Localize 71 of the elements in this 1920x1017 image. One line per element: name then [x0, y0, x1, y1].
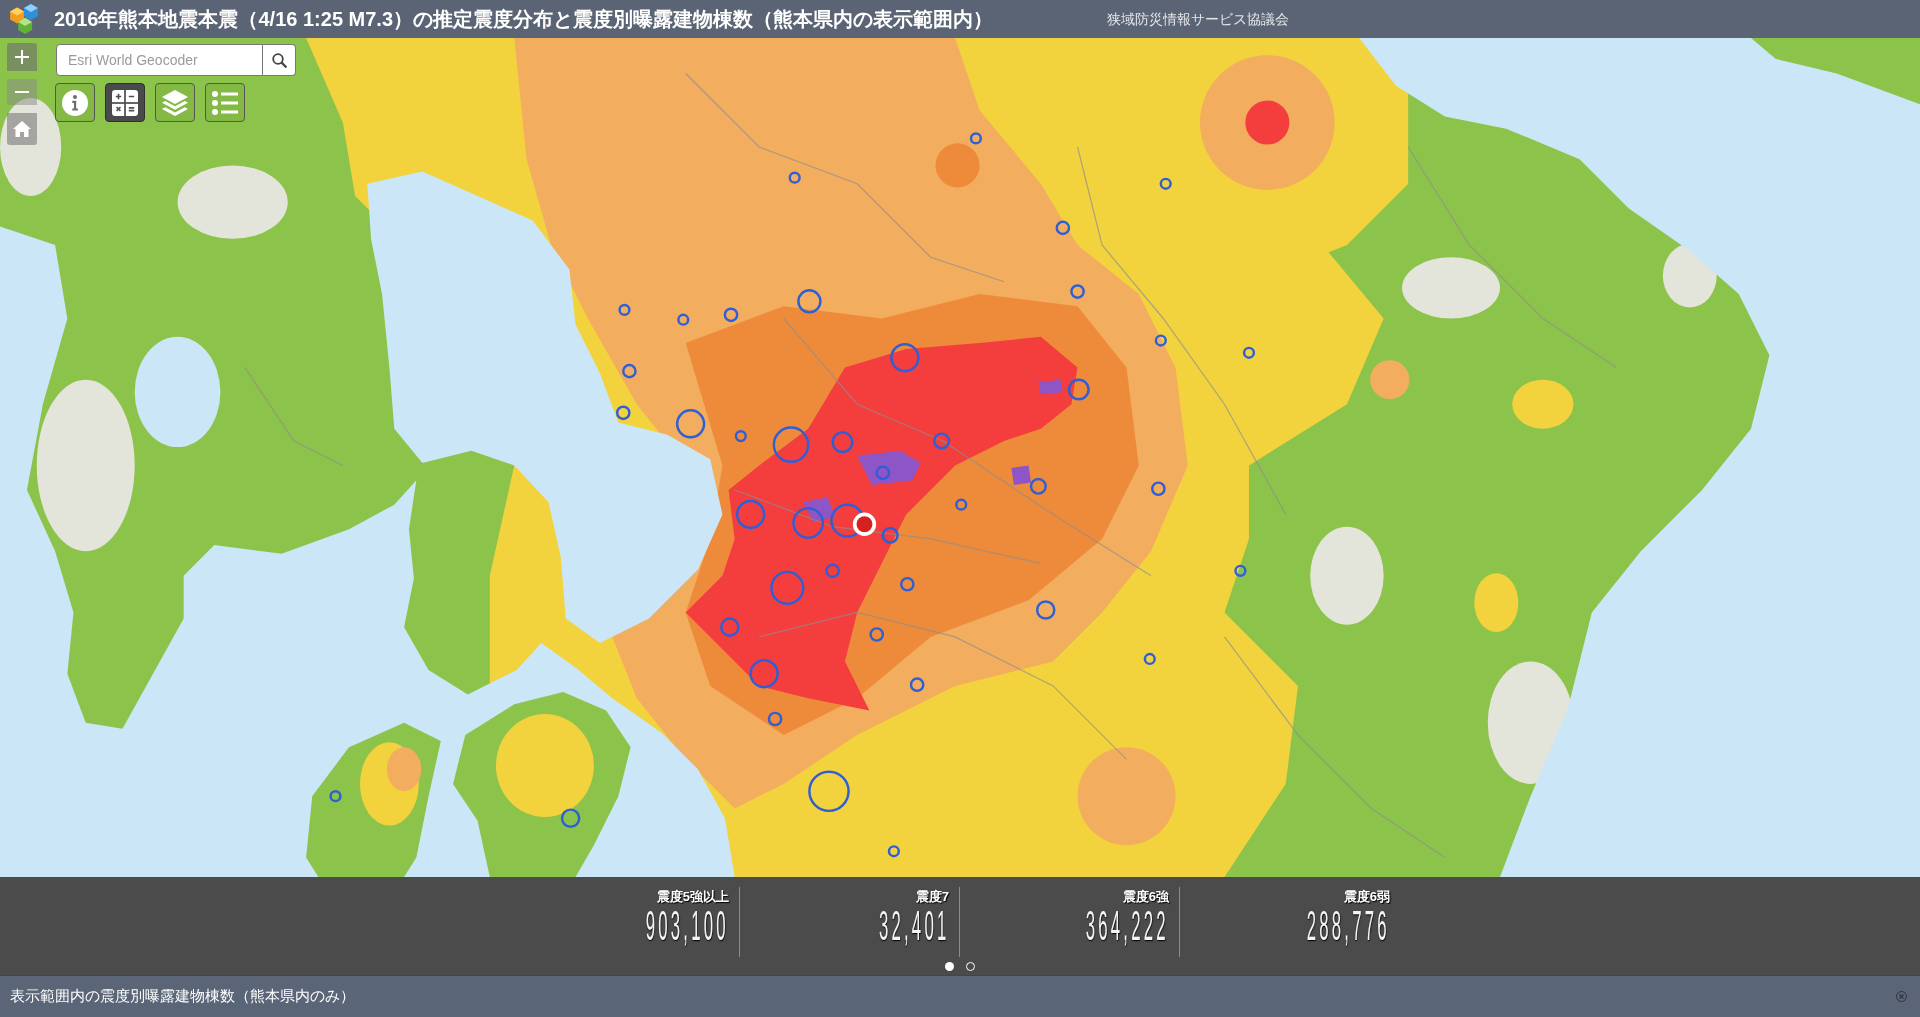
site-marker [869, 627, 885, 642]
site-marker [675, 409, 706, 439]
legend-button[interactable] [205, 83, 245, 122]
site-marker [770, 570, 805, 606]
site-marker [720, 617, 740, 637]
site-marker [1234, 564, 1247, 577]
site-marker [881, 526, 899, 544]
site-marker [933, 432, 951, 450]
stat-label: 震度6弱 [1343, 890, 1390, 903]
site-marker [825, 563, 840, 579]
info-button[interactable] [55, 83, 95, 122]
layers-button[interactable] [155, 83, 195, 122]
site-marker [618, 303, 631, 317]
epicenter-marker [852, 512, 877, 536]
stat-label: 震度6強 [1122, 890, 1169, 903]
site-marker [797, 289, 822, 314]
search-field[interactable]: Esri World Geocoder [56, 44, 263, 76]
site-marker [831, 431, 854, 454]
layers-icon [162, 89, 188, 116]
search-button[interactable] [263, 44, 296, 76]
zoom-out-button[interactable] [7, 79, 37, 105]
list-icon [212, 90, 238, 115]
site-marker [723, 307, 739, 323]
search-icon [271, 52, 287, 68]
organization-name: 狭域防災情報サービス協議会 [1107, 9, 1289, 29]
site-marker [1154, 334, 1167, 347]
site-marker [955, 498, 968, 511]
stat-label: 震度5強以上 [656, 890, 729, 903]
site-marker [734, 429, 747, 443]
site-marker [1151, 481, 1166, 497]
site-marker [887, 845, 900, 858]
intensity-zone [1474, 573, 1519, 633]
intensity-zone [1370, 360, 1410, 400]
minus-icon [15, 91, 29, 93]
info-icon [62, 89, 88, 116]
site-marker [830, 503, 865, 538]
calculator-button[interactable] [105, 83, 145, 122]
site-marker [875, 465, 891, 481]
app-title: 2016年熊本地震本震（4/16 1:25 M7.3）の推定震度分布と震度別曝露建物棟数（熊本県内の表示範囲内） [54, 7, 994, 31]
site-marker [1029, 477, 1047, 495]
zoom-in-button[interactable] [7, 43, 37, 71]
home-icon [13, 121, 31, 137]
site-marker [792, 507, 825, 539]
site-marker [1055, 220, 1071, 236]
site-marker [772, 426, 810, 463]
site-marker [622, 363, 637, 379]
site-marker [677, 313, 690, 326]
stat-label: 震度7 [915, 890, 949, 903]
site-marker [1070, 284, 1085, 299]
site-marker [1242, 346, 1256, 359]
plus-icon [15, 50, 29, 64]
panel-title: 表示範囲内の震度別曝露建物棟数（熊本県内のみ） [10, 986, 355, 1007]
site-marker [735, 499, 766, 530]
site-marker [788, 171, 801, 184]
intensity-zone [1512, 379, 1574, 429]
site-marker [1143, 652, 1156, 666]
site-marker [969, 132, 983, 145]
calculator-icon [112, 89, 138, 116]
site-marker [808, 770, 850, 813]
site-marker [890, 342, 920, 373]
site-marker [1159, 177, 1172, 190]
site-marker [615, 405, 631, 421]
site-marker [329, 790, 342, 803]
site-marker [1035, 600, 1056, 620]
site-marker [1067, 378, 1090, 401]
site-marker [900, 576, 915, 592]
logo-icon [10, 4, 38, 34]
site-marker [560, 808, 581, 828]
site-marker [749, 659, 779, 689]
site-marker [909, 677, 925, 693]
site-marker [767, 711, 783, 727]
